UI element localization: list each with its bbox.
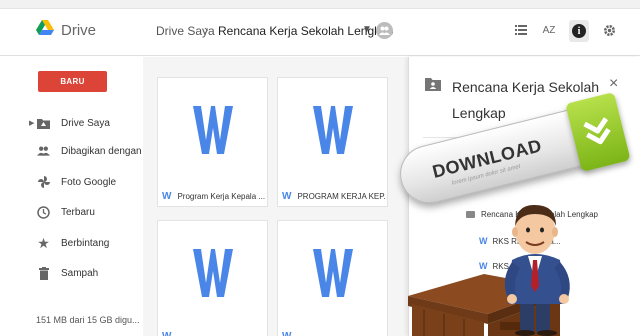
shared-folder-icon (425, 78, 441, 91)
info-icon: i (572, 24, 586, 38)
word-icon: W (162, 191, 172, 202)
people-icon (379, 26, 390, 35)
chevron-down-icon[interactable]: ▼ (362, 24, 372, 35)
word-icon (312, 249, 353, 297)
sort-button[interactable]: AZ (541, 22, 557, 38)
word-icon (192, 249, 233, 297)
file-card[interactable]: W (277, 220, 388, 336)
file-name: W Program Kerja Kepala ... (162, 191, 265, 202)
word-doc-thumbnail (158, 221, 267, 325)
sidebar-item-berbintang[interactable]: ★ Berbintang (0, 233, 143, 253)
trash-icon (37, 266, 50, 280)
businessman-illustration (408, 204, 570, 336)
file-name: W (162, 331, 265, 336)
settings-button[interactable] (601, 22, 617, 38)
details-button[interactable]: i (569, 20, 589, 42)
file-name-text: PROGRAM KERJA KEP... (297, 192, 385, 201)
sidebar-item-label: Foto Google (61, 176, 117, 188)
drive-logo-icon[interactable] (36, 20, 54, 36)
sidebar-item-label: Sampah (61, 267, 99, 279)
sidebar-item-foto-google[interactable]: Foto Google (0, 172, 143, 192)
clock-icon (37, 205, 50, 219)
word-icon: W (282, 191, 292, 202)
app-name[interactable]: Drive (61, 22, 96, 39)
word-icon: W (282, 331, 291, 336)
word-icon (192, 106, 233, 154)
star-icon: ★ (37, 234, 50, 251)
sidebar-item-dibagikan[interactable]: Dibagikan dengan saya (0, 141, 166, 161)
people-icon (37, 145, 50, 158)
gear-icon (603, 24, 615, 36)
breadcrumb-separator: › (204, 22, 209, 37)
word-doc-thumbnail (158, 78, 267, 182)
share-folder-button[interactable] (376, 22, 393, 39)
file-card[interactable]: W PROGRAM KERJA KEP... (277, 77, 388, 207)
list-view-icon (515, 25, 527, 35)
file-name-text: Program Kerja Kepala ... (177, 192, 265, 201)
browser-strip (0, 0, 640, 9)
sidebar-item-drive-saya[interactable]: ▶ Drive Saya (0, 113, 143, 133)
drive-folder-icon (37, 117, 50, 130)
file-card[interactable]: W (157, 220, 268, 336)
file-card[interactable]: W Program Kerja Kepala ... (157, 77, 268, 207)
file-name: W (282, 331, 385, 336)
sidebar-item-label: Berbintang (61, 237, 110, 249)
storage-usage[interactable]: 151 MB dari 15 GB digu... (36, 315, 140, 325)
list-view-button[interactable] (513, 22, 529, 38)
sort-az-icon: AZ (542, 24, 556, 36)
sidebar-item-label: Drive Saya (61, 117, 110, 129)
sidebar: BARU ▶ Drive Saya Dibagikan dengan saya … (0, 57, 166, 336)
word-icon: W (162, 331, 171, 336)
word-doc-thumbnail (278, 221, 387, 325)
top-bar: Drive Drive Saya › Rencana Kerja Sekolah… (0, 0, 640, 56)
file-name: W PROGRAM KERJA KEP... (282, 191, 385, 202)
file-grid: W Program Kerja Kepala ... W PROGRAM KER… (143, 57, 408, 336)
new-button[interactable]: BARU (38, 71, 107, 92)
word-icon (312, 106, 353, 154)
pinwheel-icon (37, 176, 50, 189)
sidebar-item-label: Terbaru (61, 206, 95, 218)
sidebar-item-sampah[interactable]: Sampah (0, 263, 143, 283)
drive-page: Drive Drive Saya › Rencana Kerja Sekolah… (0, 0, 640, 336)
sidebar-item-terbaru[interactable]: Terbaru (0, 202, 143, 222)
double-chevron-down-icon (583, 117, 611, 145)
expand-arrow-icon[interactable]: ▶ (29, 119, 34, 127)
word-doc-thumbnail (278, 78, 387, 182)
